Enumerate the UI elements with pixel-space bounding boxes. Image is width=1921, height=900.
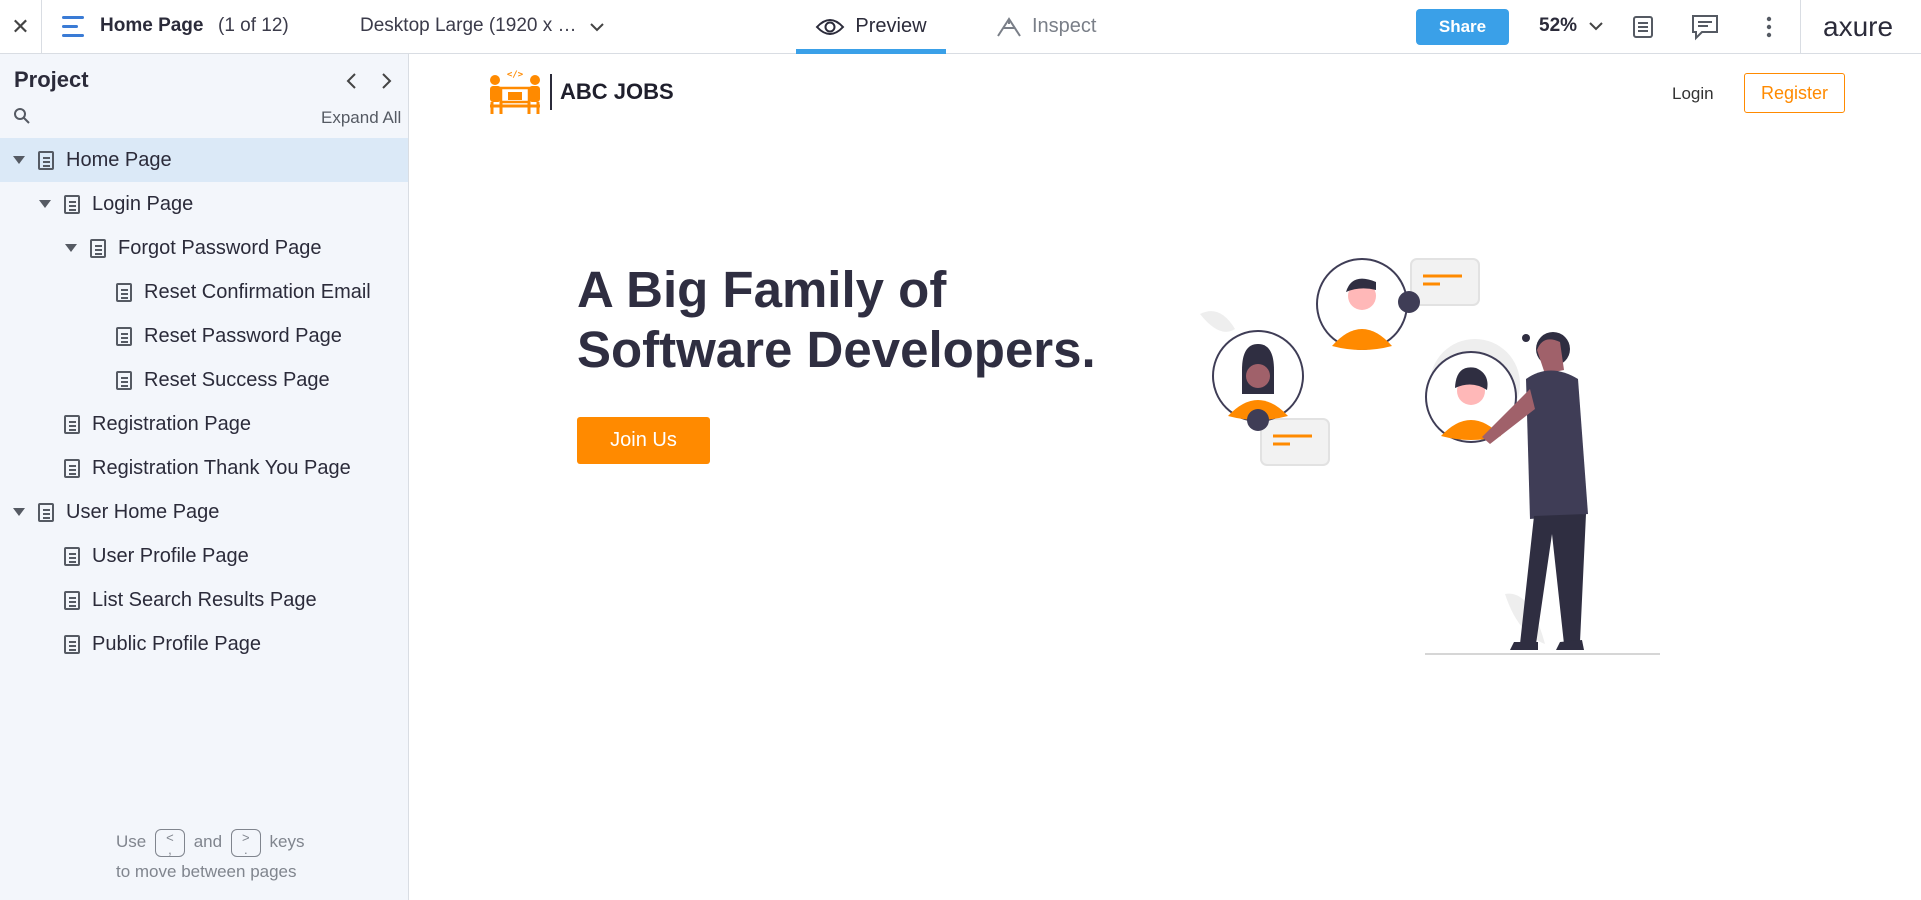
tree-item[interactable]: Public Profile Page bbox=[0, 622, 408, 666]
chevron-down-icon[interactable] bbox=[1587, 17, 1605, 35]
chevron-right-icon[interactable] bbox=[376, 70, 396, 92]
project-sidebar: Project Expand All Home Page Login Page Fo… bbox=[0, 54, 409, 900]
tree-item[interactable]: User Profile Page bbox=[0, 534, 408, 578]
page-icon bbox=[38, 503, 54, 522]
logo-divider bbox=[550, 74, 552, 110]
axure-logo: axure bbox=[1823, 11, 1894, 42]
tab-preview-label: Preview bbox=[855, 15, 927, 37]
tree-item-label: User Home Page bbox=[66, 501, 220, 523]
zoom-select[interactable]: 52% bbox=[1539, 15, 1577, 37]
tree-item-label: Reset Success Page bbox=[144, 369, 330, 391]
tree-item-label: Home Page bbox=[66, 149, 172, 171]
abc-jobs-logo: </> bbox=[490, 70, 540, 114]
hint-use: Use bbox=[116, 832, 147, 851]
eye-icon bbox=[816, 18, 845, 35]
expand-caret-icon[interactable] bbox=[13, 156, 25, 164]
tree-item[interactable]: List Search Results Page bbox=[0, 578, 408, 622]
device-size-select[interactable]: Desktop Large (1920 x … bbox=[360, 15, 577, 37]
tree-item-label: Reset Password Page bbox=[144, 325, 342, 347]
tab-preview[interactable]: Preview bbox=[796, 0, 946, 54]
toolbar-divider bbox=[1800, 0, 1801, 53]
page-tree: Home Page Login Page Forgot Password Page R… bbox=[0, 138, 408, 666]
tree-item-label: Forgot Password Page bbox=[118, 237, 322, 259]
brand-name: ABC JOBS bbox=[560, 79, 674, 104]
tree-item-label: List Search Results Page bbox=[92, 589, 317, 611]
more-options-icon[interactable] bbox=[1754, 12, 1784, 42]
tree-item[interactable]: Login Page bbox=[0, 182, 408, 226]
chevron-down-icon[interactable] bbox=[588, 18, 606, 36]
notes-icon[interactable] bbox=[1628, 12, 1658, 42]
inspect-icon bbox=[997, 16, 1021, 37]
svg-text:</>: </> bbox=[507, 70, 524, 80]
tree-item[interactable]: Home Page bbox=[0, 138, 408, 182]
page-icon bbox=[64, 459, 80, 478]
current-page-title[interactable]: Home Page bbox=[100, 15, 203, 37]
page-icon bbox=[64, 547, 80, 566]
page-icon bbox=[64, 195, 80, 214]
tree-item[interactable]: Reset Success Page bbox=[0, 358, 408, 402]
prototype-canvas: </> ABC JOBS Login Register A Big Family… bbox=[410, 54, 1921, 900]
page-icon bbox=[38, 151, 54, 170]
login-link[interactable]: Login bbox=[1672, 84, 1714, 104]
register-button[interactable]: Register bbox=[1744, 73, 1845, 113]
tree-item[interactable]: Forgot Password Page bbox=[0, 226, 408, 270]
page-icon bbox=[64, 415, 80, 434]
prev-key-icon: <, bbox=[154, 828, 185, 857]
tree-item-label: Registration Thank You Page bbox=[92, 457, 351, 479]
keyboard-hint: Use <, and >. keys to move between pages bbox=[116, 827, 305, 887]
expand-caret-icon[interactable] bbox=[65, 244, 77, 252]
page-count: (1 of 12) bbox=[218, 15, 289, 36]
page-icon bbox=[116, 327, 132, 346]
page-icon bbox=[64, 591, 80, 610]
tree-item-label: Registration Page bbox=[92, 413, 251, 435]
tab-inspect-label: Inspect bbox=[1032, 15, 1097, 37]
join-us-button[interactable]: Join Us bbox=[577, 417, 710, 464]
top-toolbar: ✕ Home Page (1 of 12) Desktop Large (192… bbox=[0, 0, 1921, 54]
page-icon bbox=[116, 371, 132, 390]
hint-line2: to move between pages bbox=[116, 862, 297, 881]
share-button[interactable]: Share bbox=[1416, 9, 1509, 45]
tree-item[interactable]: Registration Page bbox=[0, 402, 408, 446]
tree-item-label: Reset Confirmation Email bbox=[144, 281, 371, 303]
hamburger-menu-icon[interactable] bbox=[62, 16, 86, 38]
page-icon bbox=[116, 283, 132, 302]
expand-all-link[interactable]: Expand All bbox=[321, 108, 401, 128]
comments-icon[interactable] bbox=[1690, 12, 1720, 42]
hint-keys: keys bbox=[269, 832, 305, 851]
hint-and: and bbox=[193, 832, 223, 851]
search-icon[interactable] bbox=[13, 107, 31, 125]
sidebar-title: Project bbox=[14, 67, 89, 92]
tree-item[interactable]: User Home Page bbox=[0, 490, 408, 534]
expand-caret-icon[interactable] bbox=[39, 200, 51, 208]
next-key-icon: >. bbox=[230, 828, 261, 857]
page-icon bbox=[90, 239, 106, 258]
tree-item[interactable]: Reset Confirmation Email bbox=[0, 270, 408, 314]
tab-inspect[interactable]: Inspect bbox=[996, 0, 1106, 53]
hero-title: A Big Family of Software Developers. bbox=[577, 261, 1096, 378]
tree-item[interactable]: Registration Thank You Page bbox=[0, 446, 408, 490]
tree-item[interactable]: Reset Password Page bbox=[0, 314, 408, 358]
close-icon[interactable]: ✕ bbox=[0, 0, 42, 53]
developers-illustration bbox=[1200, 258, 1660, 655]
page-icon bbox=[64, 635, 80, 654]
tree-item-label: User Profile Page bbox=[92, 545, 249, 567]
tree-item-label: Login Page bbox=[92, 193, 194, 215]
chevron-left-icon[interactable] bbox=[342, 70, 362, 92]
tree-item-label: Public Profile Page bbox=[92, 633, 261, 655]
expand-caret-icon[interactable] bbox=[13, 508, 25, 516]
